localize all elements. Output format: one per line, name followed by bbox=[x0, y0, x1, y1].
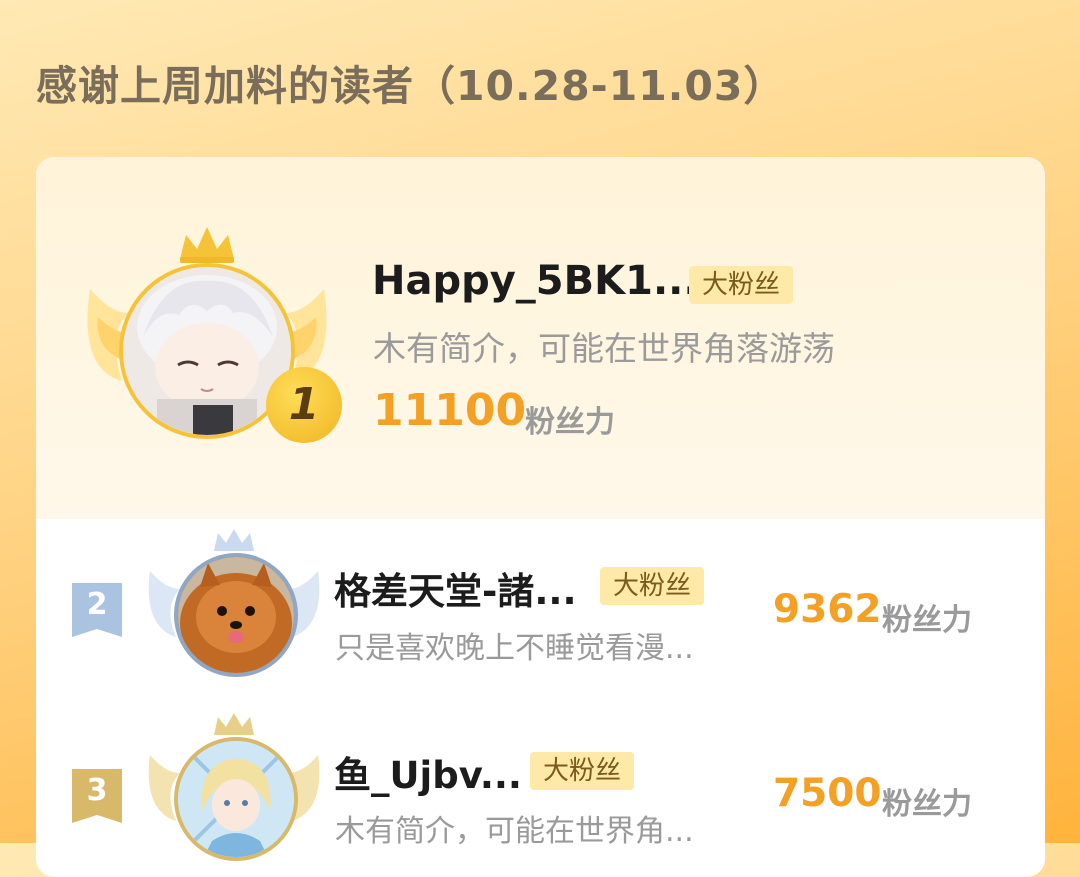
rank-number: 2 bbox=[86, 587, 108, 622]
fan-power-score: 7500 bbox=[773, 771, 882, 816]
ranking-item-3[interactable]: 3 鱼_Ujbv... 大粉丝 木有简介，可能在世界角... 7500 粉丝力 bbox=[36, 707, 1045, 877]
fan-power-unit: 粉丝力 bbox=[525, 405, 615, 440]
pomeranian-dog-avatar-icon[interactable] bbox=[174, 553, 298, 677]
rank-1-badge: 1 bbox=[266, 367, 342, 443]
reader-name[interactable]: 鱼_Ujbv... bbox=[334, 745, 522, 799]
page-title: 感谢上周加料的读者（10.28-11.03） bbox=[36, 62, 786, 110]
big-fan-badge: 大粉丝 bbox=[600, 567, 704, 605]
reader-bio: 木有简介，可能在世界角... bbox=[335, 814, 694, 849]
fan-power-score: 9362 bbox=[773, 587, 882, 632]
reader-name[interactable]: 格差天堂-諸... bbox=[334, 561, 577, 615]
ranking-item-1[interactable]: 1 Happy_5BK1... 大粉丝 木有简介，可能在世界角落游荡 11100… bbox=[36, 157, 1045, 519]
anime-girl-avatar-icon[interactable] bbox=[174, 737, 298, 861]
fan-power-unit: 粉丝力 bbox=[882, 787, 972, 822]
reader-bio: 只是喜欢晚上不睡觉看漫... bbox=[335, 631, 694, 666]
rank-number: 3 bbox=[86, 773, 108, 808]
big-fan-badge: 大粉丝 bbox=[530, 752, 634, 790]
reader-bio: 木有简介，可能在世界角落游荡 bbox=[373, 329, 835, 368]
fan-power-score: 11100 bbox=[373, 385, 527, 436]
ranking-card: 1 Happy_5BK1... 大粉丝 木有简介，可能在世界角落游荡 11100… bbox=[36, 157, 1045, 877]
ranking-item-2[interactable]: 2 格差天堂-諸... 大粉丝 只是喜欢晚上不睡觉看漫... 9362 粉丝力 bbox=[36, 519, 1045, 707]
reader-name[interactable]: Happy_5BK1... bbox=[372, 258, 699, 304]
fan-power-unit: 粉丝力 bbox=[882, 603, 972, 638]
rank-number: 1 bbox=[288, 379, 320, 430]
big-fan-badge: 大粉丝 bbox=[689, 266, 793, 304]
